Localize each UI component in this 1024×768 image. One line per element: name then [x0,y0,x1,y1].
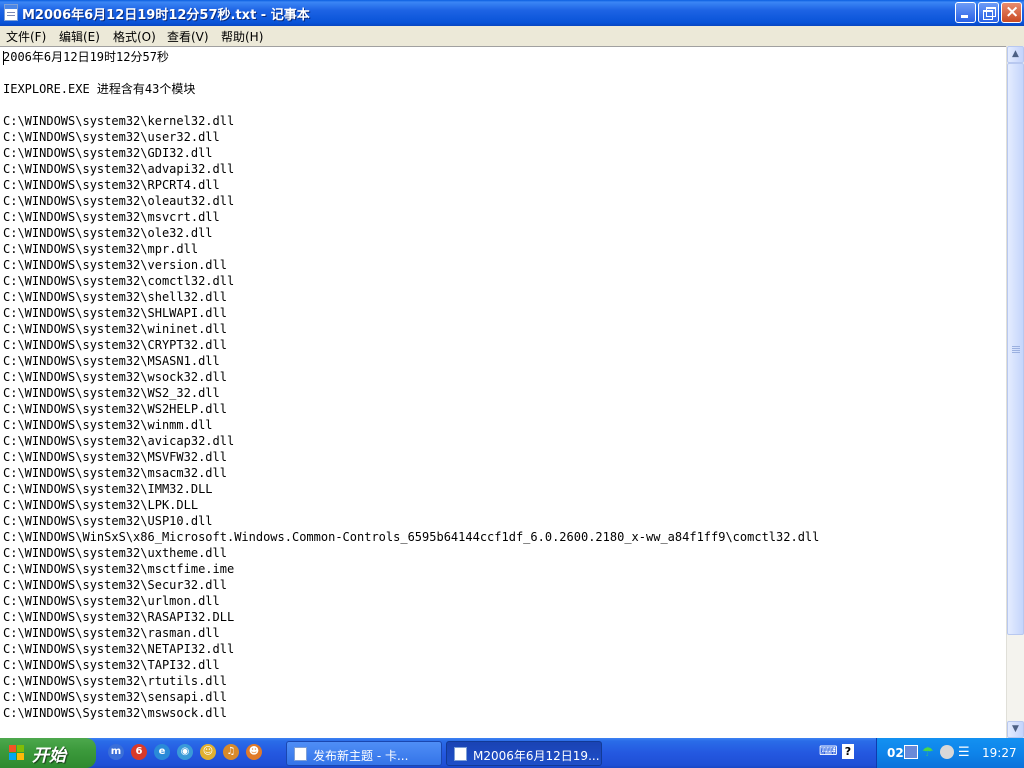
help-icon[interactable]: ? [842,744,854,759]
text-line: C:\WINDOWS\system32\WS2HELP.dll [3,402,227,416]
text-line: C:\WINDOWS\system32\rasman.dll [3,626,220,640]
menu-bar: 文件(F) 编辑(E) 格式(O) 查看(V) 帮助(H) [0,26,1024,45]
start-button[interactable]: 开始 [0,738,96,768]
text-line: C:\WINDOWS\system32\oleaut32.dll [3,194,235,208]
text-line: C:\WINDOWS\system32\WS2_32.dll [3,386,220,400]
text-line: C:\WINDOWS\system32\IMM32.DLL [3,482,213,496]
media-icon[interactable]: ♫ [223,744,239,760]
text-line: C:\WINDOWS\system32\uxtheme.dll [3,546,227,560]
task-label: 发布新主题 - 卡... [313,749,409,763]
text-line: C:\WINDOWS\system32\msctfime.ime [3,562,235,576]
text-line: C:\WINDOWS\system32\rtutils.dll [3,674,227,688]
weibo-icon[interactable]: 6 [131,744,147,760]
maxthon-icon[interactable]: m [108,744,124,760]
system-tray: 02 ☂ ☰ 19:27 [876,738,1024,768]
text-line: C:\WINDOWS\system32\winmm.dll [3,418,213,432]
notepad-icon [454,747,467,761]
text-line: C:\WINDOWS\system32\CRYPT32.dll [3,338,227,352]
taskbar: 开始 m 6 e ◉ ☺ ♫ ☻ 发布新主题 - 卡... M2006年6月12日19...… [0,738,1024,768]
text-line: 2006年6月12日19时12分57秒 [3,50,169,64]
text-editor[interactable]: 2006年6月12日19时12分57秒 IEXPLORE.EXE 进程含有43个模… [0,46,1006,738]
restore-icon [986,7,996,17]
close-icon: × [1005,2,1020,22]
clock[interactable]: 19:27 [982,746,1017,760]
menu-edit[interactable]: 编辑(E) [59,28,100,45]
messenger-icon[interactable]: ☻ [246,744,262,760]
keyboard-icon[interactable]: ⌨ [819,744,838,759]
language-bar[interactable]: ⌨ ? [816,743,856,763]
text-line: C:\WINDOWS\system32\msacm32.dll [3,466,227,480]
umbrella-icon[interactable]: ☂ [922,745,936,760]
text-line [3,65,819,81]
qq-icon[interactable]: ☺ [200,744,216,760]
internet-explorer-icon[interactable]: e [154,744,170,760]
text-line: C:\WINDOWS\system32\shell32.dll [3,290,227,304]
text-line: C:\WINDOWS\system32\RPCRT4.dll [3,178,220,192]
scroll-up-button[interactable]: ▲ [1007,46,1024,63]
taskbar-button-notepad[interactable]: M2006年6月12日19... [446,741,602,766]
explorer-icon[interactable]: ◉ [177,744,193,760]
vertical-scrollbar[interactable]: ▲ ▼ [1006,46,1024,738]
text-line [3,97,819,113]
text-line: C:\WINDOWS\system32\sensapi.dll [3,690,227,704]
text-line: C:\WINDOWS\system32\kernel32.dll [3,114,235,128]
menu-file[interactable]: 文件(F) [6,28,46,45]
text-line: C:\WINDOWS\system32\wsock32.dll [3,370,227,384]
text-line: C:\WINDOWS\system32\USP10.dll [3,514,213,528]
text-line: C:\WINDOWS\system32\user32.dll [3,130,220,144]
text-line: C:\WINDOWS\system32\version.dll [3,258,227,272]
text-line: C:\WINDOWS\system32\mpr.dll [3,242,199,256]
windows-logo-icon [9,745,25,761]
text-line: C:\WINDOWS\system32\avicap32.dll [3,434,235,448]
close-button[interactable]: × [1001,2,1022,23]
text-line: IEXPLORE.EXE 进程含有43个模块 [3,82,196,96]
text-line: C:\WINDOWS\system32\NETAPI32.dll [3,642,235,656]
menu-view[interactable]: 查看(V) [167,28,209,45]
task-label: M2006年6月12日19... [473,749,600,763]
minimize-icon [961,15,968,18]
text-line: C:\WINDOWS\system32\MSVFW32.dll [3,450,227,464]
text-line: C:\WINDOWS\system32\RASAPI32.DLL [3,610,235,624]
text-line: C:\WINDOWS\system32\GDI32.dll [3,146,213,160]
ie-window-icon [294,747,307,761]
taskbar-button-browser[interactable]: 发布新主题 - 卡... [286,741,442,766]
tray-prefix: 02 [887,746,904,760]
menu-format[interactable]: 格式(O) [113,28,156,45]
text-line: C:\WINDOWS\system32\ole32.dll [3,226,213,240]
text-line: C:\WINDOWS\system32\MSASN1.dll [3,354,220,368]
text-caret [3,51,4,65]
text-line: C:\WINDOWS\system32\Secur32.dll [3,578,227,592]
text-line: C:\WINDOWS\system32\SHLWAPI.dll [3,306,227,320]
text-line: C:\WINDOWS\system32\msvcrt.dll [3,210,220,224]
text-line: C:\WINDOWS\system32\TAPI32.dll [3,658,220,672]
scroll-down-button[interactable]: ▼ [1007,721,1024,738]
text-line: C:\WINDOWS\system32\LPK.DLL [3,498,199,512]
window-title: M2006年6月12日19时12分57秒.txt - 记事本 [22,8,310,23]
text-line: C:\WINDOWS\System32\mswsock.dll [3,706,227,720]
menu-help[interactable]: 帮助(H) [221,28,263,45]
volume-icon[interactable]: ☰ [958,745,972,760]
text-line: C:\WINDOWS\system32\wininet.dll [3,322,227,336]
minimize-button[interactable] [955,2,976,23]
text-line: C:\WINDOWS\system32\advapi32.dll [3,162,235,176]
start-label: 开始 [32,746,66,766]
notepad-icon[interactable] [4,4,18,21]
text-line: C:\WINDOWS\WinSxS\x86_Microsoft.Windows.… [3,530,820,544]
document-content[interactable]: 2006年6月12日19时12分57秒 IEXPLORE.EXE 进程含有43个模… [3,49,819,721]
text-line: C:\WINDOWS\system32\comctl32.dll [3,274,235,288]
text-line: C:\WINDOWS\system32\urlmon.dll [3,594,220,608]
maximize-button[interactable] [978,2,999,23]
network-icon[interactable] [904,745,918,759]
title-bar[interactable]: M2006年6月12日19时12分57秒.txt - 记事本 × [0,0,1024,26]
scrollbar-thumb[interactable] [1007,63,1024,635]
disk-icon[interactable] [940,745,954,759]
